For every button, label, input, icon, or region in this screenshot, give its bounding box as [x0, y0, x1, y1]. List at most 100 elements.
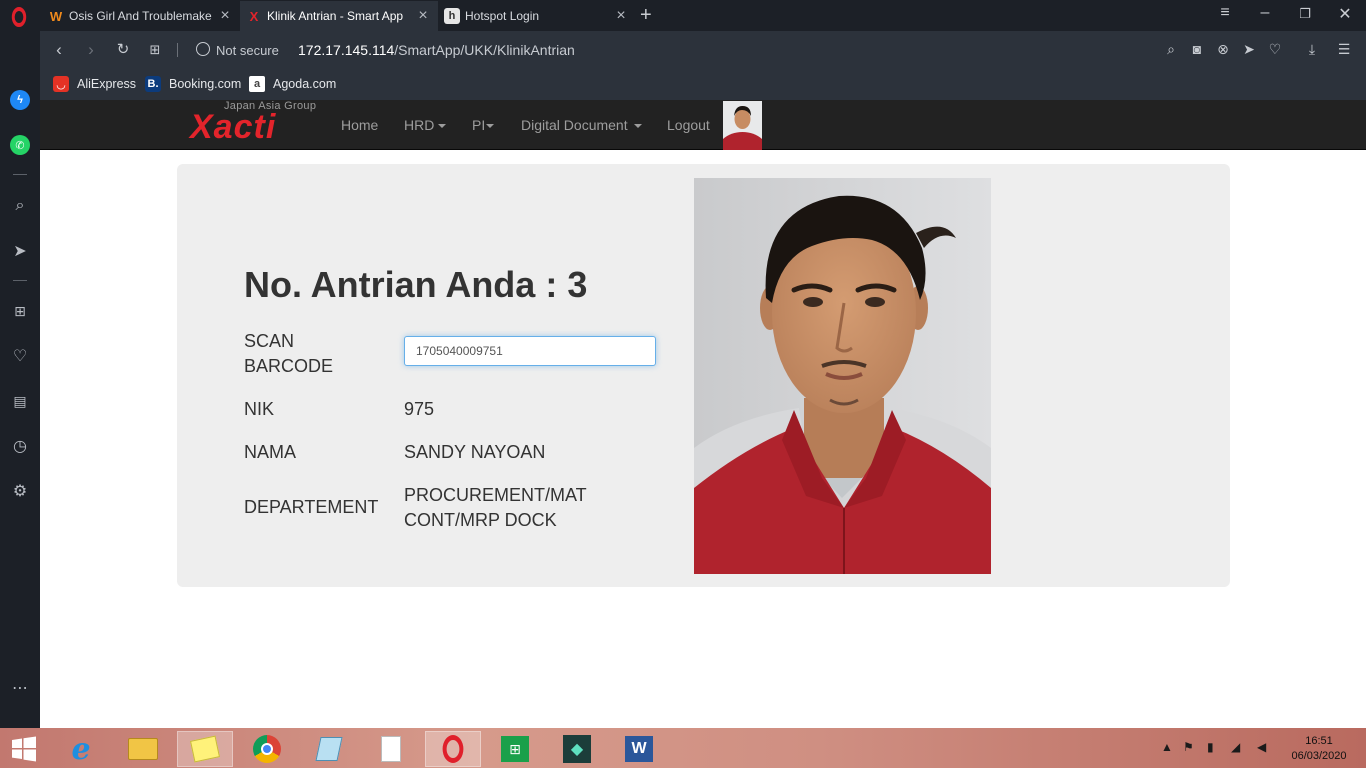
camera-icon[interactable]: ◙ [1187, 41, 1207, 57]
site-navbar: Japan Asia Group Xacti Home HRD PI Digit… [40, 100, 1366, 150]
tab-hotspot-login[interactable]: h Hotspot Login × [438, 1, 636, 31]
brand-logo[interactable]: Xacti [190, 108, 276, 146]
bookmark-agoda[interactable]: a Agoda.com [249, 76, 336, 92]
speed-dial-icon[interactable]: ⊞ [144, 42, 166, 58]
globe-icon[interactable] [196, 42, 210, 56]
close-tab-icon[interactable]: × [216, 7, 234, 25]
nav-label: Digital Document [521, 117, 628, 133]
nav-pi-dropdown[interactable]: PI [472, 117, 495, 133]
internet-explorer-icon[interactable]: e [53, 731, 109, 767]
nav-home[interactable]: Home [341, 117, 378, 133]
word-icon[interactable]: W [611, 731, 667, 767]
nik-label: NIK [244, 399, 275, 419]
address-bar: ‹ › ↻ ⊞ Not secure 172.17.145.114/SmartA… [40, 31, 1366, 69]
security-status[interactable]: Not secure [216, 43, 279, 58]
windows-taskbar: e ⊞ ◆ W ▲ ⚑ ▮ ◢ ◀ 16:51 06/03/2020 [0, 728, 1366, 768]
filmora-icon[interactable]: ◆ [549, 731, 605, 767]
tab-favicon-icon: h [444, 8, 460, 24]
heart-icon[interactable]: ♡ [1265, 41, 1285, 58]
opera-menu-icon[interactable] [11, 7, 27, 27]
scan-barcode-label: SCAN BARCODE [244, 331, 334, 376]
send-icon[interactable]: ➤ [1239, 41, 1259, 58]
battery-icon[interactable]: ▮ [1207, 740, 1214, 754]
search-icon[interactable]: ⌕ [9, 195, 31, 217]
sticky-notes-icon[interactable] [177, 731, 233, 767]
forward-icon[interactable]: › [80, 40, 102, 60]
tab-osis-girl[interactable]: W Osis Girl And Troublemake × [42, 1, 240, 31]
booking-icon: B. [145, 76, 161, 92]
tab-klinik-antrian[interactable]: X Klinik Antrian - Smart App × [240, 1, 438, 31]
show-hidden-icons-icon[interactable]: ▲ [1161, 740, 1173, 754]
news-icon[interactable]: ▤ [9, 390, 31, 412]
user-avatar[interactable] [723, 101, 762, 150]
system-clock[interactable]: 16:51 06/03/2020 [1288, 734, 1350, 764]
clock-time: 16:51 [1305, 735, 1333, 747]
back-icon[interactable]: ‹ [48, 40, 70, 60]
volume-icon[interactable]: ◀ [1257, 740, 1266, 754]
divider [177, 43, 178, 57]
caret-down-icon [486, 124, 495, 129]
tab-title: Klinik Antrian - Smart App [267, 9, 404, 23]
chrome-icon[interactable] [239, 731, 295, 767]
bookmark-booking[interactable]: B. Booking.com [145, 76, 241, 92]
reload-icon[interactable]: ↻ [112, 40, 134, 58]
snipping-tool-icon[interactable] [301, 731, 357, 767]
more-icon[interactable]: ⋯ [9, 677, 31, 699]
download-icon[interactable]: ⤓ [1302, 41, 1322, 58]
tab-title: Hotspot Login [465, 9, 540, 23]
opera-sidebar: ϟ ✆ ⌕ ➤ ⊞ ♡ ▤ ◷ ⚙ ⋯ [0, 31, 40, 728]
queue-card: No. Antrian Anda : 3 SCAN BARCODE NIK 97… [177, 164, 1230, 587]
close-window-icon[interactable]: ✕ [1330, 4, 1360, 24]
history-icon[interactable]: ◷ [9, 435, 31, 457]
nav-hrd-dropdown[interactable]: HRD [404, 117, 447, 133]
divider [13, 280, 27, 281]
opera-taskbar-icon[interactable] [425, 731, 481, 767]
heart-icon[interactable]: ♡ [9, 345, 31, 367]
scan-barcode-input[interactable] [404, 336, 656, 366]
windows-start-icon[interactable] [0, 731, 48, 767]
document-icon[interactable] [363, 731, 419, 767]
caret-down-icon [633, 124, 642, 129]
employee-photo [694, 178, 991, 574]
queue-number: 3 [567, 264, 588, 305]
new-tab-icon[interactable]: + [640, 4, 652, 27]
speed-dial-icon[interactable]: ⊞ [9, 300, 31, 322]
search-icon[interactable]: ⌕ [1161, 41, 1181, 58]
nav-digital-document-dropdown[interactable]: Digital Document [521, 117, 642, 133]
nav-label: PI [472, 117, 486, 133]
action-flag-icon[interactable]: ⚑ [1183, 740, 1194, 754]
tab-menu-icon[interactable]: ≡ [1210, 4, 1240, 22]
agoda-icon: a [249, 76, 265, 92]
nav-logout[interactable]: Logout [667, 117, 710, 133]
clock-date: 06/03/2020 [1291, 750, 1347, 762]
departement-label: DEPARTEMENT [244, 497, 379, 517]
file-explorer-icon[interactable] [115, 731, 171, 767]
minimize-icon[interactable]: – [1250, 4, 1280, 22]
nik-value: 975 [404, 399, 435, 419]
aliexpress-icon: ◡ [53, 76, 69, 92]
queue-number-heading: No. Antrian Anda : 3 [244, 264, 587, 306]
url-field[interactable]: 172.17.145.114/SmartApp/UKK/KlinikAntria… [298, 42, 575, 58]
nama-value: SANDY NAYOAN [404, 442, 546, 462]
wifi-icon[interactable]: ◢ [1231, 740, 1240, 754]
web-page: Japan Asia Group Xacti Home HRD PI Digit… [40, 100, 1366, 728]
messenger-icon[interactable]: ϟ [9, 89, 31, 111]
bookmarks-bar: ◡ AliExpress B. Booking.com a Agoda.com [40, 69, 1366, 100]
bookmark-label: Booking.com [169, 77, 242, 91]
close-tab-icon[interactable]: × [612, 7, 630, 25]
divider [13, 174, 27, 175]
caret-down-icon [438, 124, 447, 129]
settings-icon[interactable]: ⚙ [9, 480, 31, 502]
block-ads-icon[interactable]: ⊗ [1213, 41, 1233, 58]
tab-favicon-icon: X [249, 8, 259, 24]
restore-icon[interactable]: ❐ [1290, 6, 1320, 22]
bookmark-aliexpress[interactable]: ◡ AliExpress [53, 76, 136, 92]
whatsapp-icon[interactable]: ✆ [9, 134, 31, 156]
easy-setup-icon[interactable]: ☰ [1334, 41, 1354, 58]
tab-title: Osis Girl And Troublemake [69, 9, 212, 23]
store-icon[interactable]: ⊞ [487, 731, 543, 767]
departement-value: PROCUREMENT/MAT CONT/MRP DOCK [404, 485, 587, 530]
url-path: /SmartApp/UKK/KlinikAntrian [394, 42, 575, 58]
close-tab-icon[interactable]: × [414, 7, 432, 25]
send-icon[interactable]: ➤ [9, 240, 31, 262]
